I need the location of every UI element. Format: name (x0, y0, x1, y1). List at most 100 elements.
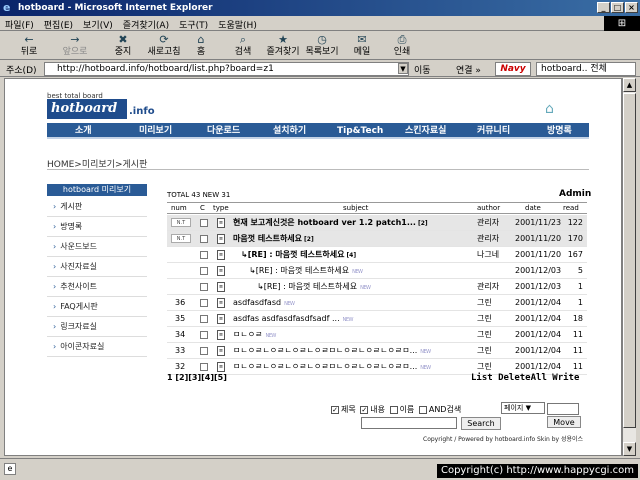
row-checkbox[interactable] (200, 347, 208, 355)
post-author[interactable]: 관리자 (477, 215, 499, 231)
post-author[interactable]: 그린 (477, 343, 492, 359)
row-checkbox[interactable] (200, 283, 208, 291)
post-author[interactable]: 그린 (477, 295, 492, 311)
row-checkbox[interactable] (200, 251, 208, 259)
sidebar-item-soundboard[interactable]: › 사운드보드 (47, 237, 147, 257)
nav-skin[interactable]: 스킨자료실 (405, 123, 446, 139)
go-button[interactable]: 이동 (414, 63, 431, 76)
house-icon[interactable]: ⌂ (545, 101, 554, 117)
menu-edit[interactable]: 편집(E) (39, 16, 78, 33)
move-button[interactable]: Move (547, 416, 581, 428)
post-subject-link[interactable]: ↳[RE] : 마음껏 테스트하세요 NEW (257, 279, 371, 296)
chevron-down-icon[interactable]: ▼ (398, 63, 408, 74)
row-checkbox[interactable] (200, 363, 208, 371)
sidebar-item-icons[interactable]: › 아이콘자료실 (47, 337, 147, 357)
post-subject-link[interactable]: ↳[RE] : 마음껏 테스트하세요 [4] (241, 247, 356, 264)
row-checkbox[interactable] (200, 331, 208, 339)
nav-intro[interactable]: 소개 (75, 123, 92, 139)
sidebar-item-faq[interactable]: › FAQ게시판 (47, 297, 147, 317)
vertical-scrollbar[interactable]: ▲ ▼ (622, 78, 636, 456)
window-titlebar: hotboard - Microsoft Internet Explorer (0, 0, 640, 16)
subject-checkbox[interactable]: ✓ (331, 405, 339, 414)
sidebar-item-board[interactable]: › 게시판 (47, 197, 147, 217)
row-checkbox[interactable] (200, 219, 208, 227)
scroll-down-icon[interactable]: ▼ (623, 442, 636, 456)
nav-tip-tech[interactable]: Tip&Tech (337, 123, 383, 139)
row-checkbox[interactable] (200, 235, 208, 243)
post-date: 2001/12/04 (515, 330, 562, 339)
history-button[interactable]: ◷ 목록보기 (304, 34, 340, 57)
refresh-button[interactable]: ⟳ 새로고침 (142, 34, 186, 57)
stop-button[interactable]: ✖ 중지 (106, 34, 140, 57)
close-button[interactable]: × (625, 2, 638, 13)
post-subject-link[interactable]: ㅁㄴㅇㄹㄴㅇㄹㄴㅇㄹㄴㅇㄹㅁㄴㅇㄹㄴㅇㄹㄴㅇㄹㅁ... NEW (233, 343, 431, 360)
board-actions[interactable]: List DeleteAll Write (471, 373, 579, 383)
favorites-button[interactable]: ★ 즐겨찾기 (262, 34, 304, 57)
keyword-input[interactable] (361, 417, 457, 429)
page-select[interactable]: 페이지 ▼ (501, 402, 545, 414)
page-number-input[interactable] (547, 403, 579, 415)
sidebar-item-guestbook[interactable]: › 방명록 (47, 217, 147, 237)
sidebar-item-links[interactable]: › 링크자료실 (47, 317, 147, 337)
post-subject-link[interactable]: ㅁㄴㅇㄹㄴㅇㄹㄴㅇㄹㄴㅇㄹㅁㄴㅇㄹㄴㅇㄹㄴㅇㄹㅁ... NEW (233, 359, 431, 376)
post-subject-link[interactable]: asdfasdfasd NEW (233, 295, 295, 312)
menu-help[interactable]: 도움말(H) (213, 16, 262, 33)
print-button[interactable]: ⎙ 인쇄 (390, 34, 414, 57)
toolbar-search-scope[interactable]: 전체 (590, 64, 607, 74)
forward-button[interactable]: → 앞으로 (52, 34, 98, 57)
nav-guestbook[interactable]: 방명록 (547, 123, 572, 139)
row-checkbox[interactable] (200, 315, 208, 323)
scroll-up-icon[interactable]: ▲ (623, 78, 636, 92)
maximize-button[interactable]: □ (611, 2, 624, 13)
back-button[interactable]: ← 뒤로 (8, 34, 50, 57)
post-author[interactable]: 관리자 (477, 279, 499, 295)
menu-file[interactable]: 파일(F) (0, 16, 39, 33)
home-button[interactable]: ⌂ 홈 (188, 34, 214, 57)
row-checkbox[interactable] (200, 267, 208, 275)
post-subject-link[interactable]: 현재 보고계신것은 hotboard ver 1.2 patch1... [2] (233, 215, 428, 232)
table-row: ≡ ↳[RE] : 마음껏 테스트하세요 [4] 나그네 2001/11/20 167 (167, 247, 587, 263)
post-subject-link[interactable]: ↳[RE] : 마음껏 테스트하세요 NEW (249, 263, 363, 280)
post-author[interactable]: 나그네 (477, 247, 499, 263)
sidebar-item-recommended[interactable]: › 추천사이트 (47, 277, 147, 297)
and-checkbox[interactable] (418, 405, 427, 414)
menu-view[interactable]: 보기(V) (78, 16, 118, 33)
menu-tools[interactable]: 도구(T) (174, 16, 213, 33)
nav-preview[interactable]: 미리보기 (139, 123, 172, 139)
search-submit-button[interactable]: Search (461, 417, 501, 430)
mail-button[interactable]: ✉ 메일 (350, 34, 374, 57)
post-subject-link[interactable]: ㅁㄴㅇㄹ NEW (233, 327, 276, 344)
top-navigation: 소개 미리보기 다운로드 설치하기 Tip&Tech 스킨자료실 커뮤니티 방명… (47, 123, 589, 139)
admin-link[interactable]: Admin (559, 189, 591, 199)
toolbar-search-input[interactable]: hotboard.. 전체 (536, 62, 636, 76)
site-logo[interactable]: hotboard (47, 99, 127, 119)
print-label: 인쇄 (393, 47, 411, 57)
pagination[interactable]: 1 [2][3][4][5] (167, 373, 227, 382)
post-number: 33 (175, 346, 186, 355)
nav-install[interactable]: 설치하기 (273, 123, 306, 139)
scroll-thumb[interactable] (623, 93, 636, 428)
menu-favorites[interactable]: 즐겨찾기(A) (118, 16, 174, 33)
post-author[interactable]: 그린 (477, 327, 492, 343)
sidebar-item-label: 사운드보드 (60, 242, 98, 251)
name-checkbox[interactable] (389, 405, 398, 414)
minimize-button[interactable]: _ (597, 2, 610, 13)
nav-community[interactable]: 커뮤니티 (477, 123, 510, 139)
nav-download[interactable]: 다운로드 (207, 123, 240, 139)
post-subject-link[interactable]: asdfas asdfasdfasdfsadf ... NEW (233, 311, 353, 328)
post-date: 2001/12/04 (515, 346, 562, 355)
links-button[interactable]: 연결 » (456, 63, 481, 76)
post-author[interactable]: 관리자 (477, 231, 499, 247)
arrow-icon: › (53, 302, 57, 311)
document-icon: ≡ (217, 234, 225, 244)
row-checkbox[interactable] (200, 299, 208, 307)
address-input[interactable]: http://hotboard.info/hotboard/list.php?b… (44, 62, 409, 76)
post-subject-link[interactable]: 마음껏 테스트하세요 [2] (233, 231, 314, 248)
sidebar-title: hotboard 미리보기 (47, 184, 147, 196)
post-subject: ㅁㄴㅇㄹㄴㅇㄹㄴㅇㄹㄴㅇㄹㅁㄴㅇㄹㄴㅇㄹㄴㅇㄹㅁ... (233, 346, 418, 355)
search-button[interactable]: ⌕ 검색 (228, 34, 258, 57)
post-author[interactable]: 그린 (477, 311, 492, 327)
content-checkbox[interactable]: ✓ (360, 405, 369, 414)
sidebar-item-label: 링크자료실 (60, 322, 98, 331)
sidebar-item-photos[interactable]: › 사진자료실 (47, 257, 147, 277)
